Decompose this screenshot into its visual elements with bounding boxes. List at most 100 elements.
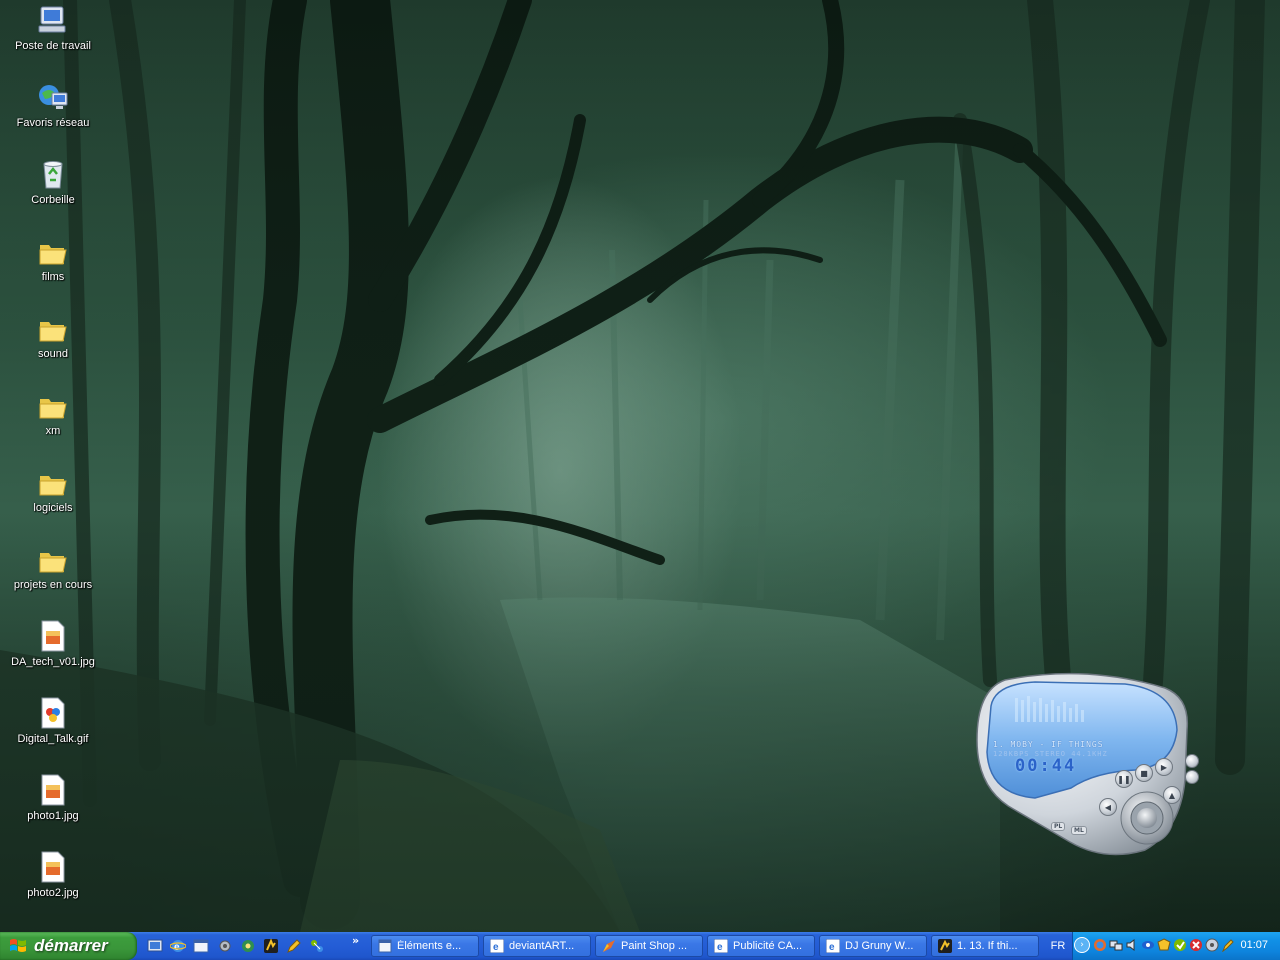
winamp-icon	[938, 939, 952, 953]
quick-launch-ie[interactable]: e	[169, 937, 187, 955]
antivirus-tray-icon[interactable]	[1157, 938, 1171, 952]
desktop-icon-label: logiciels	[33, 502, 73, 514]
desktop-icon-label: projets en cours	[13, 579, 93, 591]
desktop-icon-folder-films[interactable]: films	[4, 233, 102, 305]
recycle-bin-icon	[36, 156, 70, 190]
quick-launch-desktop[interactable]	[146, 937, 164, 955]
media-library-toggle[interactable]: ML	[1071, 826, 1087, 835]
ie-icon: e	[170, 940, 186, 953]
update-tray-icon[interactable]	[1173, 938, 1187, 952]
player-time-display: 00:44	[1015, 756, 1077, 776]
show-hidden-icons-chevron-icon[interactable]: ›	[1074, 937, 1090, 953]
network-places-icon	[36, 79, 70, 113]
desktop-icon-file-digital-talk[interactable]: Digital_Talk.gif	[4, 695, 102, 767]
system-tray: › 01:07	[1072, 932, 1280, 960]
desktop-icon-label: photo2.jpg	[27, 887, 79, 899]
desktop-icon-label: Poste de travail	[15, 40, 91, 52]
show-desktop-icon	[147, 939, 163, 952]
desktop-icon-network-places[interactable]: Favoris réseau	[4, 79, 102, 151]
quick-launch-settings[interactable]	[216, 937, 234, 955]
taskbar-button-label: Paint Shop ...	[621, 940, 688, 952]
network-connection-tray-icon[interactable]	[1109, 938, 1123, 952]
desktop-icon-folder-projets[interactable]: projets en cours	[4, 541, 102, 613]
next-icon: ▶	[1160, 762, 1168, 772]
taskbar-clock[interactable]: 01:07	[1240, 939, 1268, 951]
folder-icon	[36, 233, 70, 267]
shuffle-button[interactable]	[1185, 754, 1199, 768]
pause-icon: ❚❚	[1117, 774, 1131, 784]
my-computer-icon	[36, 2, 70, 36]
desktop-icon-file-photo1[interactable]: photo1.jpg	[4, 772, 102, 844]
network-icon	[311, 940, 323, 952]
quick-launch-overflow-chevron[interactable]: »	[352, 934, 359, 947]
media-player-widget[interactable]: 1. MOBY - IF THINGS 128KBPS STEREO 44.1K…	[975, 670, 1207, 856]
desktop-icon-my-computer[interactable]: Poste de travail	[4, 2, 102, 74]
quick-launch-winamp[interactable]	[262, 937, 280, 955]
taskbar-button-label: deviantART...	[509, 940, 575, 952]
svg-text:e: e	[717, 942, 723, 953]
jpg-file-icon	[36, 772, 70, 806]
taskbar: démarrer e » Éléments e... e deviantART.…	[0, 932, 1280, 960]
taskbar-button-deviantart[interactable]: e deviantART...	[483, 935, 591, 957]
security-tray-icon[interactable]	[1189, 938, 1203, 952]
stop-icon: ■	[1140, 768, 1148, 778]
ie-icon: e	[490, 939, 504, 953]
eject-button[interactable]: ▲	[1163, 786, 1181, 804]
taskbar-button-dj-gruny[interactable]: e DJ Gruny W...	[819, 935, 927, 957]
svg-text:e: e	[829, 942, 835, 953]
start-button[interactable]: démarrer	[0, 932, 137, 960]
taskbar-button-label: Éléments e...	[397, 940, 462, 952]
stop-button[interactable]: ■	[1135, 764, 1153, 782]
firefox-tray-icon[interactable]	[1093, 938, 1107, 952]
messenger-tray-icon[interactable]	[1141, 938, 1155, 952]
pencil-tool-icon	[287, 939, 301, 953]
start-label: démarrer	[34, 936, 108, 955]
media-app-icon	[242, 940, 254, 952]
windows-logo-icon	[10, 939, 26, 952]
explorer-window-icon	[378, 939, 392, 953]
folder-icon	[36, 310, 70, 344]
taskbar-button-label: 1. 13. If thi...	[957, 940, 1018, 952]
volume-tray-icon[interactable]	[1125, 938, 1139, 952]
disk-tray-icon[interactable]	[1205, 938, 1219, 952]
svg-text:e: e	[493, 942, 499, 953]
desktop-icon-label: Digital_Talk.gif	[17, 733, 89, 745]
desktop-icon-label: Corbeille	[31, 194, 75, 206]
winamp-tray-icon[interactable]	[1221, 938, 1235, 952]
ie-icon: e	[826, 939, 840, 953]
desktop-icon-file-da-tech[interactable]: DA_tech_v01.jpg	[4, 618, 102, 690]
gear-icon	[219, 940, 231, 952]
taskbar-button-paint-shop[interactable]: Paint Shop ...	[595, 935, 703, 957]
player-track-title: 1. MOBY - IF THINGS	[993, 740, 1104, 749]
eject-icon: ▲	[1168, 790, 1176, 800]
pause-button[interactable]: ❚❚	[1115, 770, 1133, 788]
folder-icon	[36, 387, 70, 421]
quick-launch-network[interactable]	[308, 937, 326, 955]
explorer-window-icon	[193, 939, 209, 953]
next-button[interactable]: ▶	[1155, 758, 1173, 776]
desktop-icon-file-photo2[interactable]: photo2.jpg	[4, 849, 102, 921]
folder-icon	[36, 541, 70, 575]
playlist-toggle[interactable]: PL	[1051, 822, 1066, 831]
taskbar-button-publicite[interactable]: e Publicité CA...	[707, 935, 815, 957]
jpg-file-icon	[36, 618, 70, 652]
desktop-icon-recycle-bin[interactable]: Corbeille	[4, 156, 102, 228]
desktop-icon-label: photo1.jpg	[27, 810, 79, 822]
winamp-icon	[264, 938, 278, 953]
desktop-icon-label: films	[41, 271, 65, 283]
jpg-file-icon	[36, 849, 70, 883]
quick-launch-tool[interactable]	[285, 937, 303, 955]
taskbar-button-elements[interactable]: Éléments e...	[371, 935, 479, 957]
desktop-icon-label: Favoris réseau	[16, 117, 90, 129]
desktop-icon-folder-xm[interactable]: xm	[4, 387, 102, 459]
desktop-icon-folder-logiciels[interactable]: logiciels	[4, 464, 102, 536]
repeat-button[interactable]	[1185, 770, 1199, 784]
quick-launch-explorer[interactable]	[192, 937, 210, 955]
desktop-icon-label: xm	[45, 425, 61, 437]
desktop-icon-folder-sound[interactable]: sound	[4, 310, 102, 382]
quick-launch-app[interactable]	[239, 937, 257, 955]
ie-icon: e	[714, 939, 728, 953]
previous-button[interactable]: ◀	[1099, 798, 1117, 816]
language-indicator[interactable]: FR	[1047, 937, 1069, 955]
taskbar-button-winamp[interactable]: 1. 13. If thi...	[931, 935, 1039, 957]
